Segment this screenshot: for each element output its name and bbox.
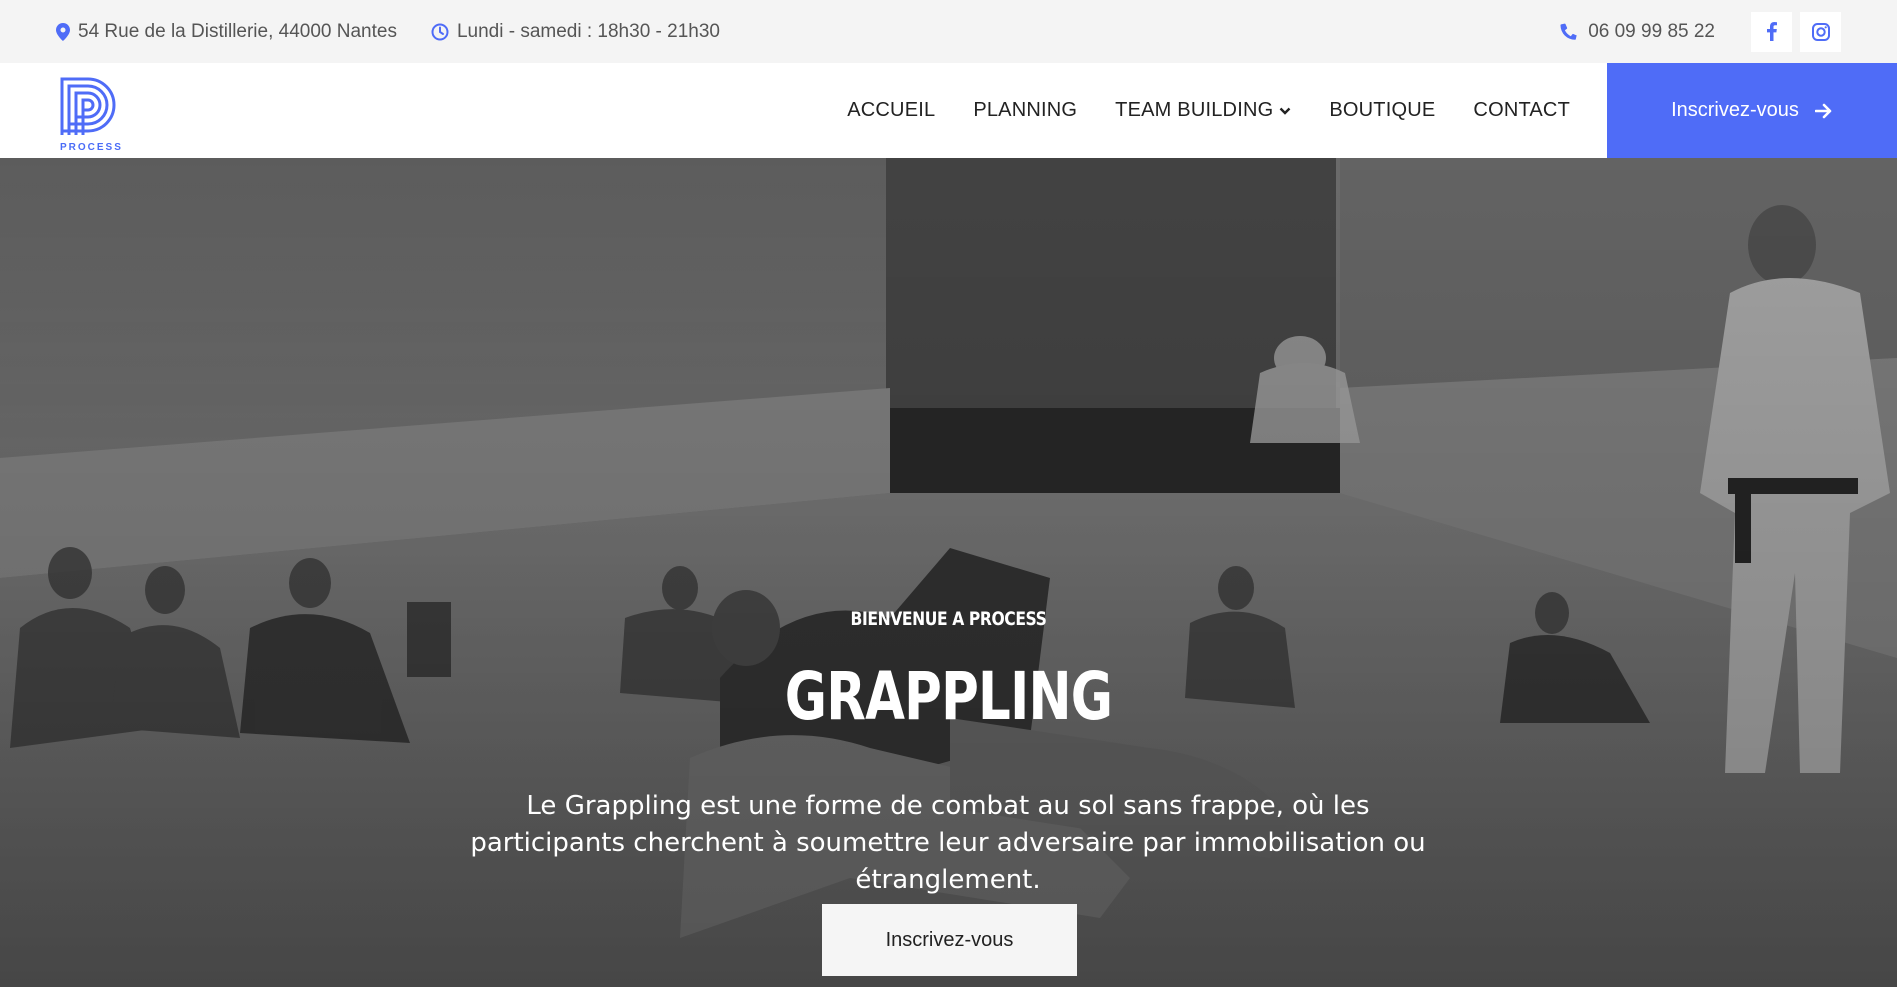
nav-team-building[interactable]: TEAM BUILDING (1115, 99, 1291, 122)
map-pin-icon (56, 22, 70, 41)
main-nav: ACCUEIL PLANNING TEAM BUILDING BOUTIQUE … (847, 63, 1570, 158)
nav-planning[interactable]: PLANNING (973, 99, 1077, 122)
social-links (1751, 11, 1841, 52)
top-info-bar: 54 Rue de la Distillerie, 44000 Nantes L… (0, 0, 1897, 63)
nav-boutique[interactable]: BOUTIQUE (1329, 99, 1435, 122)
facebook-icon (1766, 22, 1777, 41)
address-text: 54 Rue de la Distillerie, 44000 Nantes (78, 20, 397, 42)
hours-info: Lundi - samedi : 18h30 - 21h30 (431, 21, 720, 43)
instagram-link[interactable] (1800, 11, 1841, 52)
chevron-down-icon (1280, 107, 1291, 115)
phone-icon (1560, 23, 1578, 40)
logo-text: PROCESS (60, 142, 123, 153)
hero-content: BIENVENUE A PROCESS GRAPPLING Le Grappli… (0, 158, 1897, 987)
hero-signup-label: Inscrivez-vous (885, 928, 1014, 951)
hero-section: BIENVENUE A PROCESS GRAPPLING Le Grappli… (0, 158, 1897, 987)
hero-signup-button[interactable]: Inscrivez-vous (822, 904, 1077, 976)
arrow-right-icon (1814, 103, 1832, 118)
phone-text: 06 09 99 85 22 (1588, 20, 1715, 42)
hero-title: GRAPPLING (784, 658, 1113, 735)
phone-link[interactable]: 06 09 99 85 22 (1560, 21, 1715, 43)
nav-contact[interactable]: CONTACT (1473, 99, 1570, 122)
clock-icon (431, 23, 449, 40)
hours-text: Lundi - samedi : 18h30 - 21h30 (456, 20, 720, 42)
signup-cta-button[interactable]: Inscrivez-vous (1607, 63, 1897, 158)
nav-accueil[interactable]: ACCUEIL (847, 99, 935, 122)
address-info: 54 Rue de la Distillerie, 44000 Nantes (56, 21, 397, 43)
site-header: PROCESS ACCUEIL PLANNING TEAM BUILDING B… (0, 63, 1897, 158)
instagram-icon (1811, 22, 1830, 41)
hero-eyebrow: BIENVENUE A PROCESS (850, 608, 1047, 630)
hero-description: Le Grappling est une forme de combat au … (470, 791, 1426, 895)
signup-cta-label: Inscrivez-vous (1671, 99, 1799, 121)
facebook-link[interactable] (1751, 11, 1792, 52)
